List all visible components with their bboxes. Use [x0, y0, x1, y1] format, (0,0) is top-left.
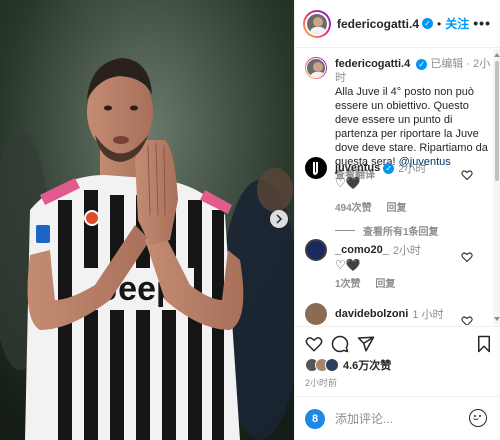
comment-item: juventus ✓ 2小时 ♡🖤 494次赞 回复 查看所有1条回复: [305, 157, 491, 247]
comment-button[interactable]: [331, 335, 349, 353]
header-separator: •: [437, 16, 442, 31]
likes-count[interactable]: 4.6万次赞: [343, 357, 391, 373]
liker-avatar: [325, 358, 339, 372]
comment-input[interactable]: [335, 411, 485, 426]
comment-item: davidebolzoni 1 小时 ❤: [305, 303, 491, 325]
caption-username[interactable]: federicogatti.4: [335, 58, 410, 70]
post-photo[interactable]: Jeep: [0, 0, 294, 440]
reply-button[interactable]: 回复: [386, 203, 406, 214]
player-photo-image: Jeep: [0, 0, 294, 440]
comment-likes[interactable]: 494次赞: [335, 203, 372, 214]
verified-badge: ✓: [383, 162, 395, 174]
commenter-avatar[interactable]: [305, 157, 327, 179]
comment-text: ❤: [335, 322, 345, 325]
comment-icon: [331, 335, 349, 353]
comments-scrollbar[interactable]: [493, 49, 500, 325]
comment-time: 2小时: [392, 245, 421, 257]
caption-edited: 已编辑: [430, 58, 464, 70]
comment-item: _como20_ 2小时 ♡🖤 1次赞 回复: [305, 239, 491, 299]
instagram-post-dialog: Jeep federicogatti.4 ✓ • 关注 ••• federico…: [0, 0, 500, 440]
comment-time: 2小时: [398, 163, 427, 175]
likes-summary[interactable]: 4.6万次赞: [305, 357, 391, 373]
verified-badge: ✓: [422, 18, 434, 29]
commenter-username[interactable]: juventus: [335, 162, 380, 174]
comments-list[interactable]: federicogatti.4 ✓ 已编辑 · 2小时 Alla Juve il…: [295, 49, 495, 325]
caption-avatar[interactable]: [305, 57, 327, 79]
commenter-avatar[interactable]: [305, 303, 327, 325]
comment-like-heart-icon[interactable]: [461, 251, 473, 263]
follow-button[interactable]: 关注: [445, 15, 469, 32]
verified-badge: ✓: [416, 58, 428, 70]
more-icon[interactable]: •••: [473, 15, 491, 31]
comment-text: ♡🖤: [335, 176, 361, 190]
comment-time: 1 小时: [412, 309, 444, 321]
comment-text: ♡🖤: [335, 258, 361, 272]
share-button[interactable]: [357, 335, 375, 353]
commenter-avatar[interactable]: [305, 239, 327, 261]
post-actions-bar: [295, 326, 500, 360]
emoji-icon: [470, 410, 485, 425]
next-photo-button[interactable]: [270, 210, 288, 228]
comment-footer: 1次赞 回复: [335, 275, 395, 290]
current-user-avatar: 8: [305, 408, 325, 429]
post-header: federicogatti.4 ✓ • 关注 •••: [295, 0, 500, 48]
share-icon: [357, 336, 375, 352]
comment-footer: 494次赞 回复: [335, 199, 406, 214]
post-timestamp: 2小时前: [305, 378, 338, 388]
next-arrow-icon: [276, 214, 283, 224]
comment-like-heart-icon[interactable]: [461, 169, 473, 181]
like-button[interactable]: [305, 335, 323, 353]
commenter-username[interactable]: _como20_: [335, 244, 389, 256]
author-username[interactable]: federicogatti.4: [337, 17, 419, 31]
commenter-username[interactable]: davidebolzoni: [335, 308, 408, 320]
save-button[interactable]: [475, 335, 493, 353]
view-replies-link[interactable]: 查看所有1条回复: [335, 223, 439, 238]
emoji-picker-button[interactable]: [469, 409, 487, 427]
comment-likes[interactable]: 1次赞: [335, 279, 361, 290]
reply-button[interactable]: 回复: [375, 279, 395, 290]
post-side-panel: federicogatti.4 ✓ • 关注 ••• federicogatti…: [294, 0, 500, 440]
author-avatar[interactable]: [303, 9, 331, 38]
juventus-logo-icon: [313, 162, 318, 175]
comment-like-heart-icon[interactable]: [461, 315, 473, 325]
bookmark-icon: [478, 335, 490, 353]
heart-icon: [305, 337, 323, 352]
